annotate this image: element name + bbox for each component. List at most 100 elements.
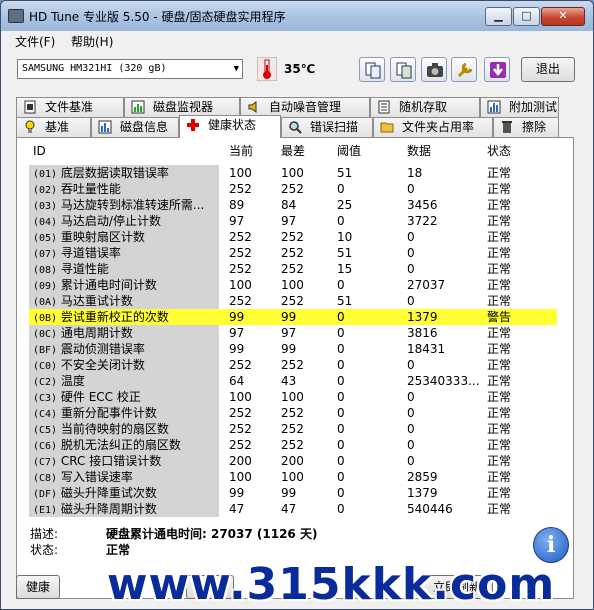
cell-value: 0: [337, 438, 345, 452]
attribute-name: (C4) 重新分配事件计数: [29, 405, 219, 421]
top-tab-3[interactable]: 随机存取: [370, 97, 480, 117]
tab-label: 文件夹占用率: [402, 120, 475, 134]
bottom-tab-2[interactable]: 健康状态: [179, 115, 281, 138]
drive-select[interactable]: SAMSUNG HM321HI (320 gB) ▼: [17, 59, 243, 79]
attribute-name: (C2) 温度: [29, 373, 219, 389]
table-row[interactable]: (04) 马达启动/停止计数 97 97 0 3722 正常: [29, 213, 557, 229]
column-header[interactable]: 数据: [407, 141, 485, 161]
watermark-text: www.315kkk.com: [106, 559, 556, 610]
table-row[interactable]: (C3) 硬件 ECC 校正 100 100 0 0 正常: [29, 389, 557, 405]
maximize-button[interactable]: □: [513, 7, 540, 26]
table-row[interactable]: (07) 寻道错误率 252 252 51 0 正常: [29, 245, 557, 261]
table-row[interactable]: (C8) 写入错误速率 100 100 0 2859 正常: [29, 469, 557, 485]
cell-value: 89: [229, 198, 245, 212]
cell-value: 200: [229, 454, 252, 468]
table-row[interactable]: (C4) 重新分配事件计数 252 252 0 0 正常: [29, 405, 557, 421]
options-button[interactable]: [451, 57, 477, 82]
cell-value: 47: [229, 502, 245, 516]
bottom-tab-1[interactable]: 磁盘信息: [91, 117, 179, 137]
table-row[interactable]: (0A) 马达重试计数 252 252 51 0 正常: [29, 293, 557, 309]
menu-help[interactable]: 帮助(H): [71, 33, 113, 50]
cell-value: 正常: [487, 262, 512, 276]
cell-value: 正常: [487, 294, 512, 308]
screenshot-button[interactable]: [421, 57, 447, 82]
table-row[interactable]: (C5) 当前待映射的扇区数 252 252 0 0 正常: [29, 421, 557, 437]
attribute-name: (03) 马达旋转到标准转速所需...: [29, 197, 219, 213]
table-row[interactable]: (08) 寻道性能 252 252 15 0 正常: [29, 261, 557, 277]
toolbar: SAMSUNG HM321HI (320 gB) ▼ 35℃ 退出: [1, 51, 593, 93]
thermometer-icon: [257, 57, 277, 81]
bottom-tab-5[interactable]: 擦除: [493, 117, 559, 137]
cell-value: 252: [281, 422, 304, 436]
table-row[interactable]: (C7) CRC 接口错误计数 200 200 0 0 正常: [29, 453, 557, 469]
cell-value: 18431: [407, 342, 446, 356]
close-button[interactable]: ✕: [541, 7, 585, 26]
tab-label: 文件基准: [45, 100, 94, 114]
cell-value: 252: [229, 422, 252, 436]
table-row[interactable]: (03) 马达旋转到标准转速所需... 89 84 25 3456 正常: [29, 197, 557, 213]
table-row[interactable]: (02) 吞吐量性能 252 252 0 0 正常: [29, 181, 557, 197]
table-row[interactable]: (C6) 脱机无法纠正的扇区数 252 252 0 0 正常: [29, 437, 557, 453]
copy-all-button[interactable]: [390, 57, 416, 82]
cell-value: 正常: [487, 230, 512, 244]
red-cross-icon: [187, 119, 199, 131]
top-tab-1[interactable]: 磁盘监视器: [124, 97, 240, 117]
cell-value: 正常: [487, 342, 512, 356]
column-header[interactable]: 当前: [229, 141, 279, 161]
file-benchmark-icon: [24, 100, 36, 114]
cell-value: 100: [229, 278, 252, 292]
attribute-name: (C8) 写入错误速率: [29, 469, 219, 485]
bottom-tab-0[interactable]: 基准: [16, 117, 91, 137]
info-icon[interactable]: i: [533, 527, 569, 563]
table-row[interactable]: (05) 重映射扇区计数 252 252 10 0 正常: [29, 229, 557, 245]
cell-value: 0: [407, 390, 415, 404]
table-row[interactable]: (DF) 磁头升降重试次数 99 99 0 1379 正常: [29, 485, 557, 501]
table-row[interactable]: (BF) 震动侦测错误率 99 99 0 18431 正常: [29, 341, 557, 357]
cell-value: 正常: [487, 390, 512, 404]
copy-text-button[interactable]: [359, 57, 385, 82]
column-header[interactable]: 阈值: [337, 141, 405, 161]
cell-value: 0: [337, 502, 345, 516]
save-button[interactable]: [484, 57, 510, 82]
bottom-tab-4[interactable]: 文件夹占用率: [373, 117, 493, 137]
table-row[interactable]: (E1) 磁头升降周期计数 47 47 0 540446 正常: [29, 501, 557, 517]
attribute-name: (BF) 震动侦测错误率: [29, 341, 219, 357]
top-tab-4[interactable]: 附加测试: [480, 97, 559, 117]
tab-label: 擦除: [522, 120, 547, 134]
cell-value: 0: [407, 230, 415, 244]
table-row[interactable]: (C2) 温度 64 43 0 25340333... 正常: [29, 373, 557, 389]
table-row[interactable]: (01) 底层数据读取错误率 100 100 51 18 正常: [29, 165, 557, 181]
cell-value: 100: [229, 166, 252, 180]
cell-value: 99: [229, 342, 245, 356]
cell-value: 0: [337, 486, 345, 500]
app-window: HD Tune 专业版 5.50 - 硬盘/固态硬盘实用程序 ▁ □ ✕ 文件(…: [0, 0, 594, 610]
table-row[interactable]: (0B) 尝试重新校正的次数 99 99 0 1379 警告: [29, 309, 557, 325]
cell-value: 正常: [487, 470, 512, 484]
top-tab-0[interactable]: 文件基准: [16, 97, 124, 117]
cell-value: 64: [229, 374, 245, 388]
cell-value: 18: [407, 166, 423, 180]
table-row[interactable]: (09) 累计通电时间计数 100 100 0 27037 正常: [29, 277, 557, 293]
cell-value: 252: [229, 358, 252, 372]
cell-value: 252: [281, 294, 304, 308]
menu-file[interactable]: 文件(F): [15, 33, 55, 50]
cell-value: 252: [281, 438, 304, 452]
minimize-button[interactable]: ▁: [485, 7, 512, 26]
down-arrow-icon: [490, 62, 506, 78]
cell-value: 97: [281, 214, 297, 228]
top-tab-2[interactable]: 自动噪音管理: [240, 97, 370, 117]
bottom-tab-3[interactable]: 错误扫描: [281, 117, 373, 137]
table-row[interactable]: (0C) 通电周期计数 97 97 0 3816 正常: [29, 325, 557, 341]
exit-button[interactable]: 退出: [521, 57, 575, 82]
cell-value: 252: [281, 182, 304, 196]
table-row[interactable]: (C0) 不安全关闭计数 252 252 0 0 正常: [29, 357, 557, 373]
health-button[interactable]: 健康: [16, 575, 60, 599]
attribute-name: (C6) 脱机无法纠正的扇区数: [29, 437, 219, 453]
cell-value: 51: [337, 166, 353, 180]
tab-label: 磁盘信息: [120, 120, 169, 134]
column-header[interactable]: 状态: [487, 141, 547, 161]
folder-icon: [380, 122, 394, 133]
title-bar[interactable]: HD Tune 专业版 5.50 - 硬盘/固态硬盘实用程序 ▁ □ ✕: [1, 1, 593, 31]
column-header[interactable]: ID: [33, 141, 223, 161]
column-header[interactable]: 最差: [281, 141, 335, 161]
